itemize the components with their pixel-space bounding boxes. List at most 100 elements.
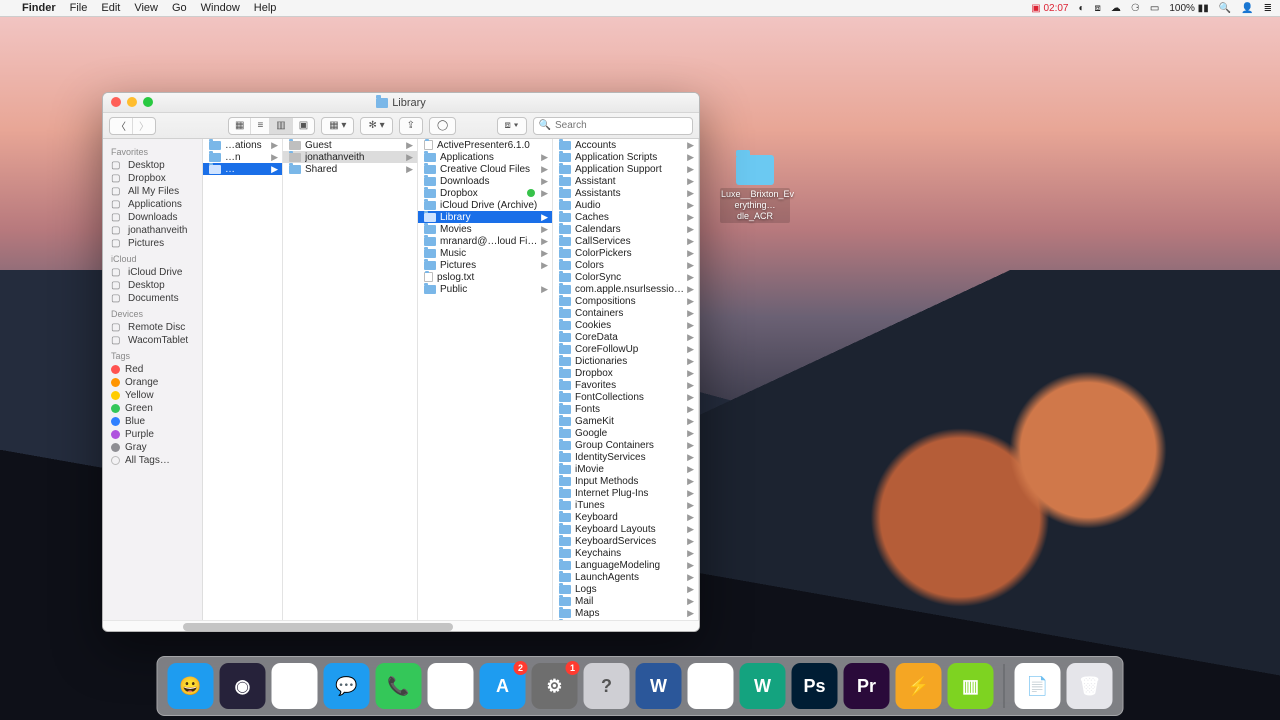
dock-appstore[interactable]: A2 bbox=[480, 663, 526, 709]
list-item[interactable]: Guest▶ bbox=[283, 139, 417, 151]
sidebar-item[interactable]: ▢jonathanveith bbox=[103, 224, 202, 237]
list-item[interactable]: iTunes▶ bbox=[553, 499, 698, 511]
dropbox-toolbar-button[interactable]: ⧈ ▾ bbox=[497, 117, 527, 135]
list-item[interactable]: Logs▶ bbox=[553, 583, 698, 595]
list-item[interactable]: Caches▶ bbox=[553, 211, 698, 223]
sidebar-item[interactable]: ▢Applications bbox=[103, 198, 202, 211]
display-icon[interactable]: ▭ bbox=[1150, 3, 1159, 14]
list-item[interactable]: Assistants▶ bbox=[553, 187, 698, 199]
dock-trash[interactable]: 🗑 bbox=[1067, 663, 1113, 709]
list-item[interactable]: Maps▶ bbox=[553, 607, 698, 619]
list-item[interactable]: com.apple.nsurlsessiond▶ bbox=[553, 283, 698, 295]
list-item[interactable]: ActivePresenter6.1.0 bbox=[418, 139, 552, 151]
minimize-button[interactable] bbox=[127, 97, 137, 107]
list-item[interactable]: Google▶ bbox=[553, 427, 698, 439]
battery-status[interactable]: 100% ▮▮ bbox=[1169, 3, 1208, 14]
list-item[interactable]: IdentityServices▶ bbox=[553, 451, 698, 463]
list-item[interactable]: Cookies▶ bbox=[553, 319, 698, 331]
list-item[interactable]: Music▶ bbox=[418, 247, 552, 259]
list-item[interactable]: …n▶ bbox=[203, 151, 282, 163]
sidebar-tag[interactable]: Yellow bbox=[103, 389, 202, 402]
title-bar[interactable]: Library bbox=[103, 93, 699, 113]
list-item[interactable]: Public▶ bbox=[418, 283, 552, 295]
list-item[interactable]: Shared▶ bbox=[283, 163, 417, 175]
dock-cyberduck[interactable]: ⚡ bbox=[896, 663, 942, 709]
menu-window[interactable]: Window bbox=[201, 2, 240, 14]
spotlight-icon[interactable]: 🔍 bbox=[1219, 3, 1231, 14]
sidebar-item[interactable]: ▢iCloud Drive bbox=[103, 266, 202, 279]
dock-itunes[interactable]: ♫ bbox=[428, 663, 474, 709]
menu-help[interactable]: Help bbox=[254, 2, 277, 14]
list-item[interactable]: CoreFollowUp▶ bbox=[553, 343, 698, 355]
list-item[interactable]: ColorSync▶ bbox=[553, 271, 698, 283]
horizontal-scrollbar[interactable] bbox=[103, 620, 699, 632]
dock-photos[interactable]: ✿ bbox=[272, 663, 318, 709]
close-button[interactable] bbox=[111, 97, 121, 107]
list-item[interactable]: Fonts▶ bbox=[553, 403, 698, 415]
list-item[interactable]: Downloads▶ bbox=[418, 175, 552, 187]
sidebar-item[interactable]: ▢Desktop bbox=[103, 279, 202, 292]
share-button[interactable]: ⇪ bbox=[399, 117, 423, 135]
dock-settings[interactable]: ⚙1 bbox=[532, 663, 578, 709]
list-item[interactable]: iCloud Drive (Archive) bbox=[418, 199, 552, 211]
action-button[interactable]: ✻ ▾ bbox=[360, 117, 392, 135]
dock-photoshop[interactable]: Ps bbox=[792, 663, 838, 709]
desktop-folder[interactable]: Luxe__Brixton_Everything…dle_ACR bbox=[720, 155, 790, 223]
view-gallery[interactable]: ▣ bbox=[293, 118, 314, 134]
list-item[interactable]: Group Containers▶ bbox=[553, 439, 698, 451]
list-item[interactable]: Calendars▶ bbox=[553, 223, 698, 235]
list-item[interactable]: Compositions▶ bbox=[553, 295, 698, 307]
list-item[interactable]: FontCollections▶ bbox=[553, 391, 698, 403]
fast-user-icon[interactable]: ◐ bbox=[1078, 3, 1084, 14]
list-item[interactable]: Pictures▶ bbox=[418, 259, 552, 271]
list-item[interactable]: Mail▶ bbox=[553, 595, 698, 607]
list-item[interactable]: …ations▶ bbox=[203, 139, 282, 151]
menu-file[interactable]: File bbox=[70, 2, 88, 14]
sidebar-tag[interactable]: Purple bbox=[103, 428, 202, 441]
list-item[interactable]: Keyboard▶ bbox=[553, 511, 698, 523]
list-item[interactable]: KeyboardServices▶ bbox=[553, 535, 698, 547]
dock-premiere[interactable]: Pr bbox=[844, 663, 890, 709]
back-button[interactable]: 〈 bbox=[110, 118, 133, 134]
sidebar-item[interactable]: ▢WacomTablet bbox=[103, 334, 202, 347]
list-item[interactable]: jonathanveith▶ bbox=[283, 151, 417, 163]
column-2[interactable]: ActivePresenter6.1.0Applications▶Creativ… bbox=[418, 139, 553, 631]
list-item[interactable]: iMovie▶ bbox=[553, 463, 698, 475]
dock-finder[interactable]: 😀 bbox=[168, 663, 214, 709]
dock-wire[interactable]: W bbox=[740, 663, 786, 709]
sidebar-tag[interactable]: Orange bbox=[103, 376, 202, 389]
list-item[interactable]: Applications▶ bbox=[418, 151, 552, 163]
arrange-button[interactable]: ▦ ▾ bbox=[321, 117, 354, 135]
dock-chrome[interactable]: ◯ bbox=[688, 663, 734, 709]
list-item[interactable]: …▶ bbox=[203, 163, 282, 175]
list-item[interactable]: Keychains▶ bbox=[553, 547, 698, 559]
sidebar-tag[interactable]: Green bbox=[103, 402, 202, 415]
column-0[interactable]: …ations▶…n▶…▶ bbox=[203, 139, 283, 631]
forward-button[interactable]: 〉 bbox=[133, 118, 155, 134]
list-item[interactable]: Application Support▶ bbox=[553, 163, 698, 175]
dock-facetime[interactable]: 📞 bbox=[376, 663, 422, 709]
dock-help[interactable]: ? bbox=[584, 663, 630, 709]
list-item[interactable]: pslog.txt bbox=[418, 271, 552, 283]
search-input[interactable] bbox=[555, 120, 687, 131]
list-item[interactable]: ColorPickers▶ bbox=[553, 247, 698, 259]
list-item[interactable]: Dictionaries▶ bbox=[553, 355, 698, 367]
list-item[interactable]: mranard@…loud Files▶ bbox=[418, 235, 552, 247]
dock-siri[interactable]: ◉ bbox=[220, 663, 266, 709]
list-item[interactable]: CoreData▶ bbox=[553, 331, 698, 343]
list-item[interactable]: Dropbox▶ bbox=[418, 187, 552, 199]
list-item[interactable]: LaunchAgents▶ bbox=[553, 571, 698, 583]
list-item[interactable]: Library▶ bbox=[418, 211, 552, 223]
list-item[interactable]: CallServices▶ bbox=[553, 235, 698, 247]
dock-archive[interactable]: ▥ bbox=[948, 663, 994, 709]
dock-messages[interactable]: 💬 bbox=[324, 663, 370, 709]
notification-center-icon[interactable]: ≣ bbox=[1264, 3, 1272, 14]
list-item[interactable]: Assistant▶ bbox=[553, 175, 698, 187]
list-item[interactable]: GameKit▶ bbox=[553, 415, 698, 427]
list-item[interactable]: Favorites▶ bbox=[553, 379, 698, 391]
sidebar-item[interactable]: ▢Downloads bbox=[103, 211, 202, 224]
sidebar-item[interactable]: ▢Dropbox bbox=[103, 172, 202, 185]
sidebar-tag[interactable]: Red bbox=[103, 363, 202, 376]
sidebar-tag[interactable]: All Tags… bbox=[103, 454, 202, 467]
app-menu[interactable]: Finder bbox=[22, 2, 56, 14]
